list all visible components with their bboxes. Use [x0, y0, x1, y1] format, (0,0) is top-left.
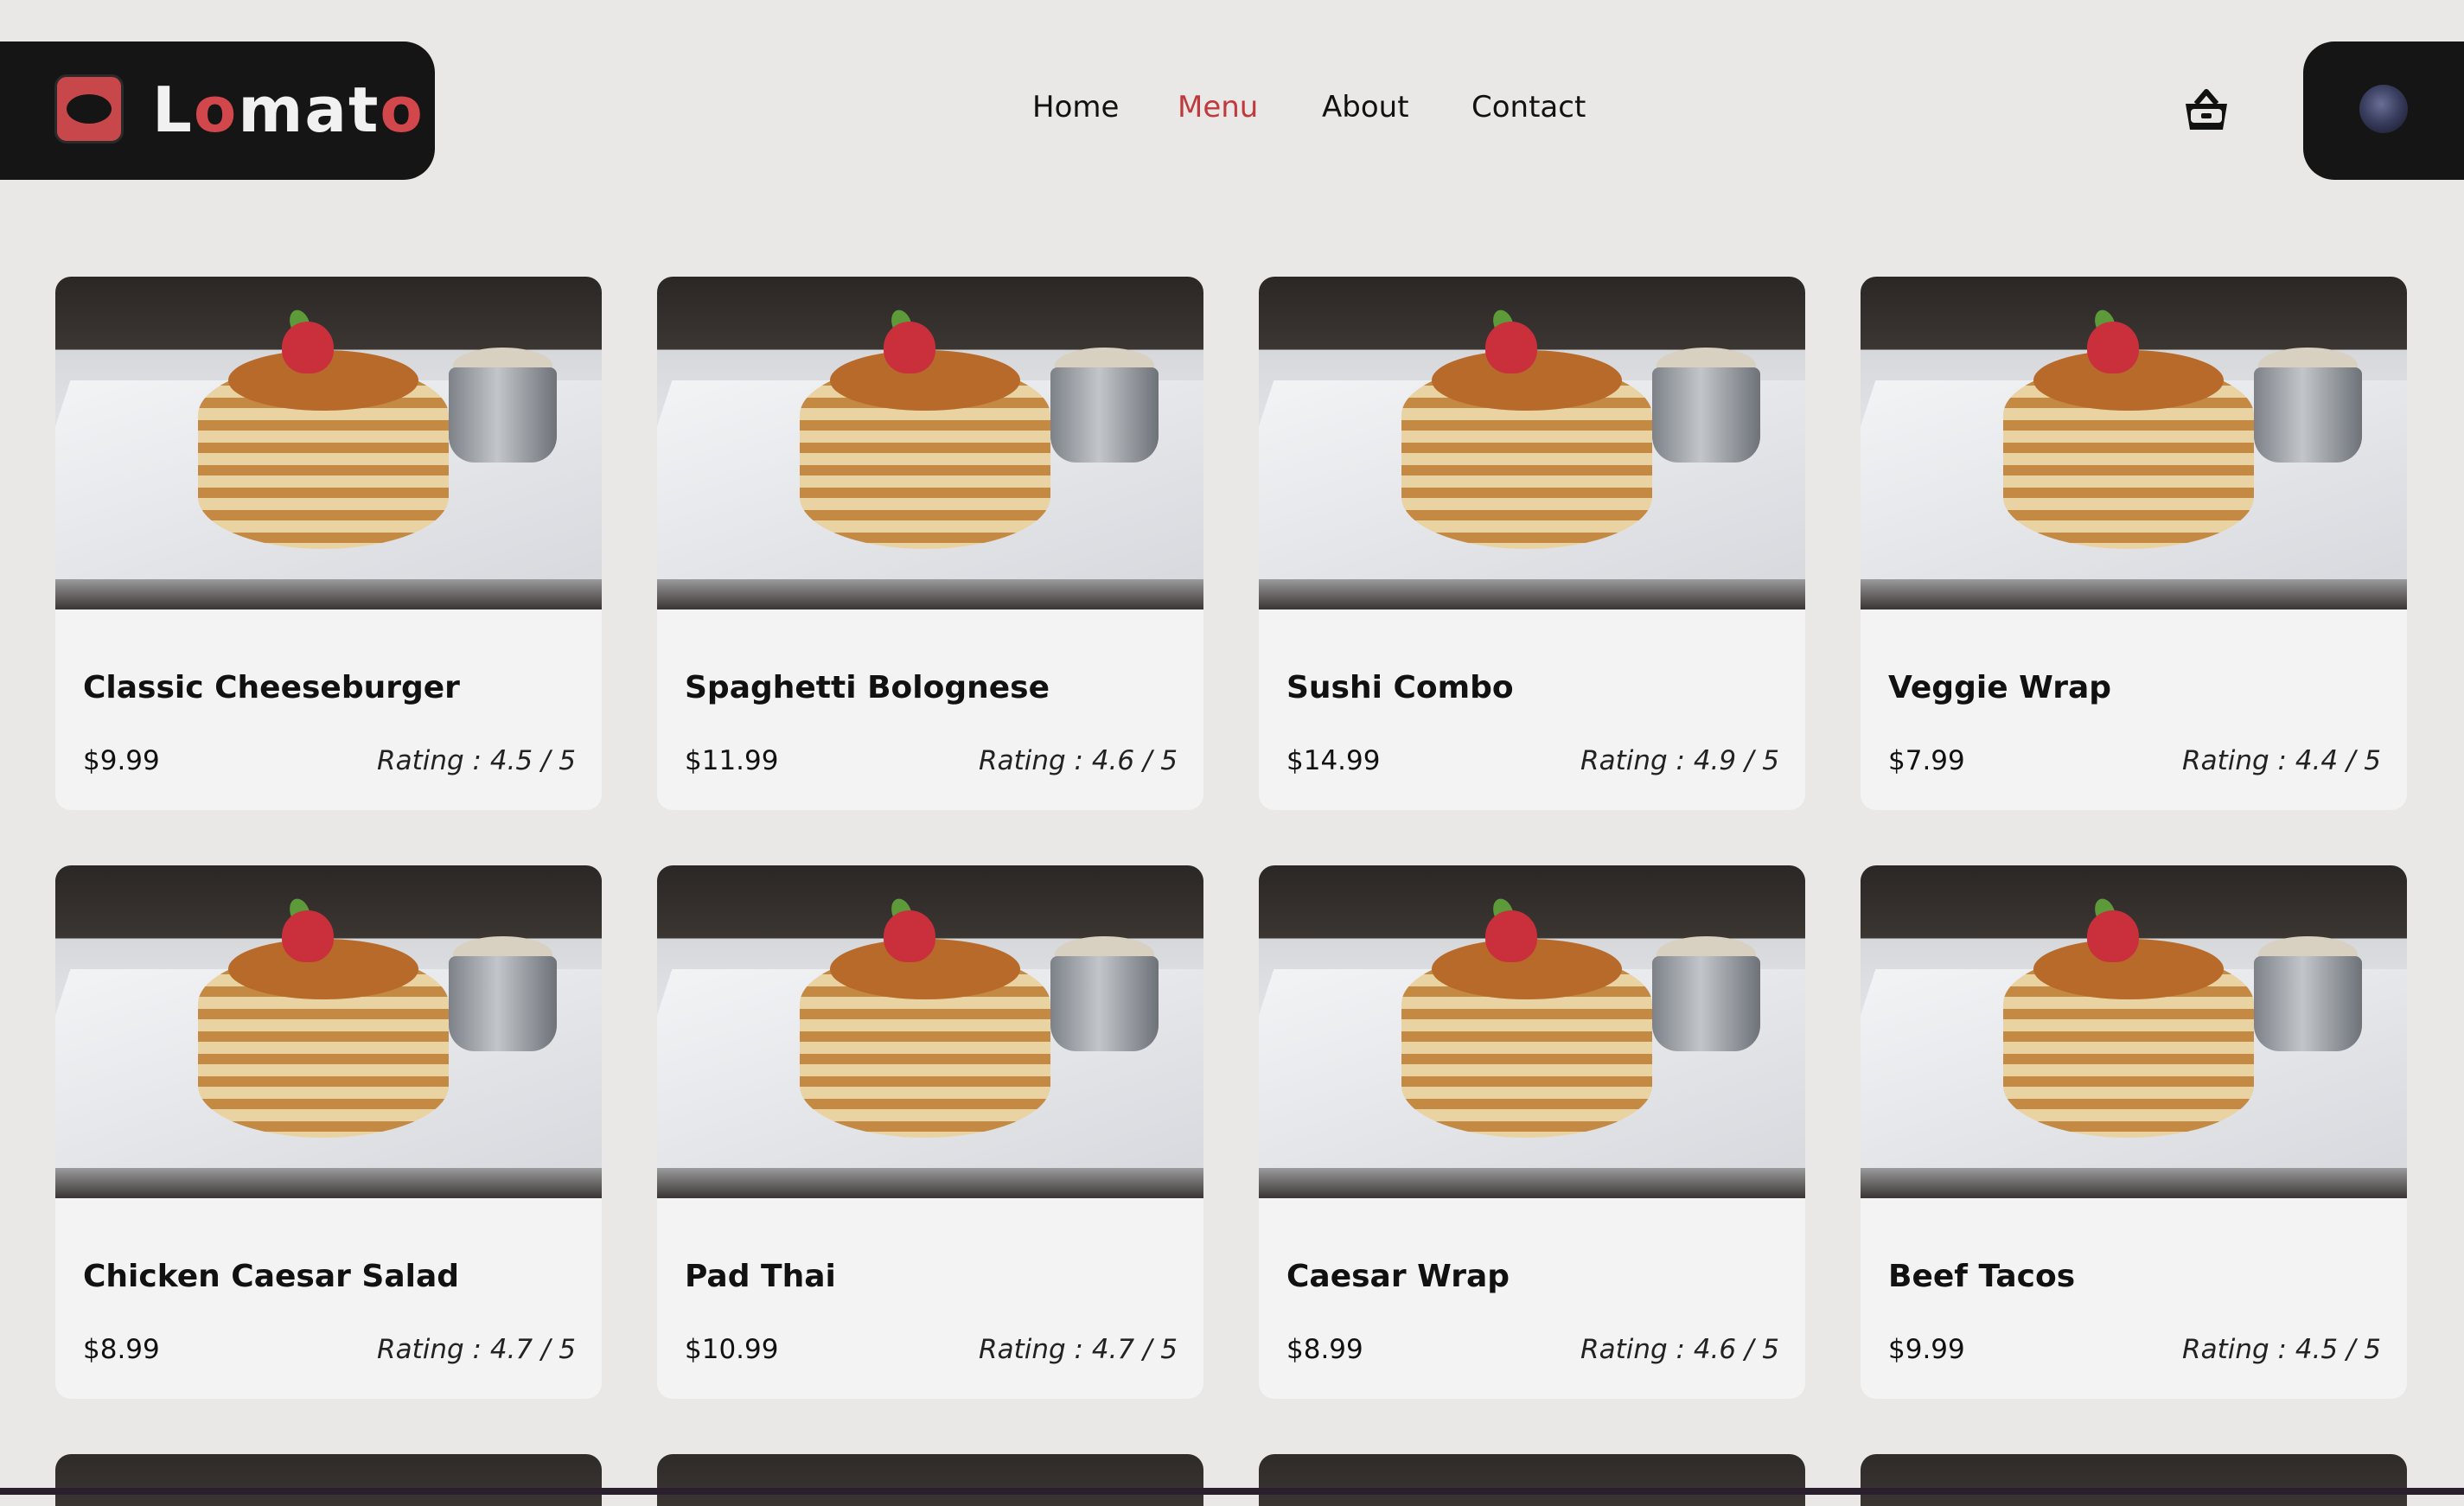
item-price: $11.99 [685, 745, 779, 776]
food-image [657, 865, 1203, 1198]
menu-card[interactable]: Veggie Wrap $7.99 Rating : 4.4 / 5 [1861, 277, 2407, 810]
menu-card[interactable]: Classic Cheeseburger $9.99 Rating : 4.5 … [55, 277, 602, 810]
item-name: Veggie Wrap [1888, 670, 2112, 705]
food-image [657, 277, 1203, 609]
food-image [1259, 277, 1805, 609]
item-price: $7.99 [1888, 745, 1965, 776]
nav-home[interactable]: Home [1032, 90, 1119, 124]
item-rating: Rating : 4.7 / 5 [377, 1334, 576, 1365]
menu-card[interactable]: Chicken Caesar Salad $8.99 Rating : 4.7 … [55, 865, 602, 1399]
nav-about[interactable]: About [1322, 90, 1409, 124]
item-name: Beef Tacos [1888, 1259, 2076, 1294]
item-name: Spaghetti Bolognese [685, 670, 1050, 705]
item-rating: Rating : 4.5 / 5 [377, 745, 576, 776]
item-rating: Rating : 4.6 / 5 [979, 745, 1178, 776]
item-name: Chicken Caesar Salad [83, 1259, 460, 1294]
item-price: $9.99 [83, 745, 160, 776]
menu-card-partial[interactable] [1259, 1454, 1805, 1506]
item-rating: Rating : 4.6 / 5 [1580, 1334, 1779, 1365]
avatar[interactable] [2359, 85, 2408, 133]
food-image [1861, 865, 2407, 1198]
nav-menu[interactable]: Menu [1178, 90, 1258, 124]
menu-card[interactable]: Pad Thai $10.99 Rating : 4.7 / 5 [657, 865, 1203, 1399]
food-image [55, 865, 602, 1198]
item-name: Classic Cheeseburger [83, 670, 460, 705]
menu-card[interactable]: Beef Tacos $9.99 Rating : 4.5 / 5 [1861, 865, 2407, 1399]
item-name: Caesar Wrap [1286, 1259, 1510, 1294]
item-name: Sushi Combo [1286, 670, 1514, 705]
menu-card-partial[interactable] [657, 1454, 1203, 1506]
menu-card-partial[interactable] [1861, 1454, 2407, 1506]
menu-card[interactable]: Sushi Combo $14.99 Rating : 4.9 / 5 [1259, 277, 1805, 810]
item-name: Pad Thai [685, 1259, 836, 1294]
item-price: $9.99 [1888, 1334, 1965, 1365]
item-price: $8.99 [1286, 1334, 1363, 1365]
window-bottom-edge [0, 1488, 2464, 1495]
profile-area [2303, 41, 2464, 180]
item-rating: Rating : 4.5 / 5 [2182, 1334, 2381, 1365]
main-nav: Home Menu About Contact [0, 90, 2464, 133]
item-rating: Rating : 4.7 / 5 [979, 1334, 1178, 1365]
menu-card-partial[interactable] [55, 1454, 602, 1506]
menu-card[interactable]: Caesar Wrap $8.99 Rating : 4.6 / 5 [1259, 865, 1805, 1399]
nav-contact[interactable]: Contact [1471, 90, 1586, 124]
item-price: $14.99 [1286, 745, 1381, 776]
item-rating: Rating : 4.4 / 5 [2182, 745, 2381, 776]
food-image [1259, 865, 1805, 1198]
item-price: $8.99 [83, 1334, 160, 1365]
basket-icon[interactable] [2180, 85, 2232, 137]
food-image [1861, 277, 2407, 609]
item-rating: Rating : 4.9 / 5 [1580, 745, 1779, 776]
item-price: $10.99 [685, 1334, 779, 1365]
menu-card[interactable]: Spaghetti Bolognese $11.99 Rating : 4.6 … [657, 277, 1203, 810]
food-image [55, 277, 602, 609]
